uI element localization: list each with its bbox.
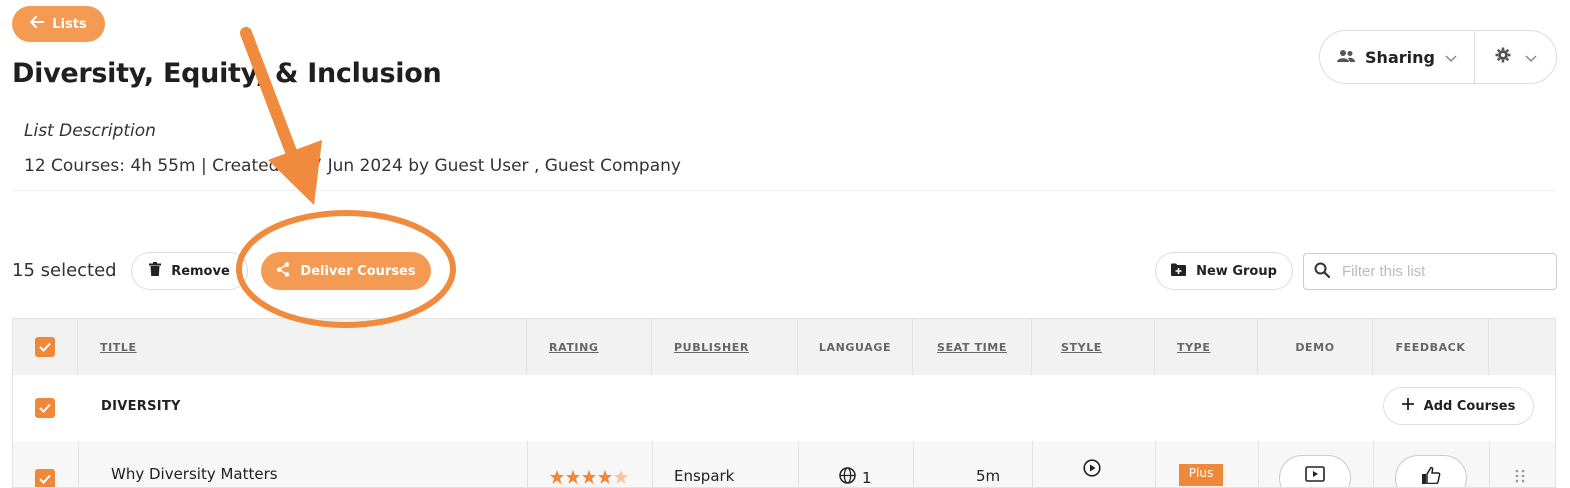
sharing-controls: Sharing — [1319, 30, 1557, 84]
column-header-title[interactable]: TITLE — [78, 319, 527, 375]
divider — [1373, 441, 1374, 487]
play-circle-icon — [1083, 459, 1101, 481]
divider — [78, 441, 79, 487]
row-checkbox[interactable] — [35, 469, 55, 487]
drag-handle-icon[interactable] — [1515, 469, 1525, 487]
course-seat-time: 5m — [976, 467, 1001, 485]
remove-button-label: Remove — [171, 263, 230, 279]
course-language: 1 — [839, 467, 872, 487]
course-title[interactable]: Why Diversity Matters — [111, 465, 278, 483]
add-courses-button[interactable]: Add Courses — [1383, 387, 1534, 425]
arrow-left-icon — [30, 16, 45, 32]
group-checkbox[interactable] — [35, 398, 55, 418]
column-header-type[interactable]: TYPE — [1155, 319, 1258, 375]
chevron-down-icon — [1524, 48, 1537, 67]
add-courses-label: Add Courses — [1423, 398, 1516, 414]
column-header-seat-time[interactable]: SEAT TIME — [913, 319, 1032, 375]
type-badge: Plus — [1179, 464, 1223, 486]
group-row: DIVERSITY Add Courses — [13, 375, 1555, 442]
select-all-checkbox[interactable] — [35, 337, 55, 357]
divider — [1489, 441, 1490, 487]
column-header-language: LANGUAGE — [798, 319, 913, 375]
sharing-label: Sharing — [1365, 47, 1435, 67]
thumbs-up-icon — [1421, 466, 1441, 487]
column-header-feedback: FEEDBACK — [1373, 319, 1489, 375]
video-player-icon — [1305, 466, 1325, 487]
chevron-down-icon — [1445, 48, 1457, 67]
trash-icon — [149, 262, 162, 280]
select-all-cell — [13, 319, 78, 375]
back-to-lists-button[interactable]: Lists — [12, 6, 105, 42]
divider — [1032, 441, 1033, 487]
column-header-style[interactable]: STYLE — [1032, 319, 1155, 375]
group-title: DIVERSITY — [101, 399, 181, 414]
globe-icon — [839, 467, 856, 487]
people-icon — [1337, 48, 1356, 67]
column-header-actions — [1489, 319, 1555, 375]
demo-button[interactable] — [1279, 455, 1351, 487]
sharing-dropdown[interactable]: Sharing — [1320, 31, 1475, 83]
divider — [913, 441, 914, 487]
deliver-courses-button[interactable]: Deliver Courses — [261, 252, 431, 290]
list-description-label[interactable]: List Description — [24, 121, 156, 141]
divider — [12, 190, 1556, 191]
column-header-demo: DEMO — [1258, 319, 1373, 375]
back-button-label: Lists — [52, 16, 87, 32]
search-icon — [1314, 262, 1331, 282]
page-title: Diversity, Equity, & Inclusion — [12, 58, 442, 89]
rating-stars — [549, 469, 629, 487]
column-header-rating[interactable]: RATING — [527, 319, 652, 375]
plus-icon — [1401, 398, 1414, 414]
divider — [1258, 441, 1259, 487]
gear-icon — [1495, 47, 1511, 67]
divider — [652, 441, 653, 487]
column-header-publisher[interactable]: PUBLISHER — [652, 319, 798, 375]
table-header: TITLE RATING PUBLISHER LANGUAGE SEAT TIM… — [13, 319, 1555, 376]
divider — [527, 441, 528, 487]
new-group-label: New Group — [1196, 263, 1277, 279]
remove-button[interactable]: Remove — [131, 252, 248, 290]
settings-dropdown[interactable] — [1475, 31, 1556, 83]
selected-count: 15 selected — [12, 260, 117, 281]
new-group-button[interactable]: New Group — [1155, 252, 1293, 290]
share-icon — [276, 261, 290, 281]
course-table: TITLE RATING PUBLISHER LANGUAGE SEAT TIM… — [12, 318, 1556, 488]
divider — [798, 441, 799, 487]
folder-plus-icon — [1171, 263, 1187, 280]
divider — [1155, 441, 1156, 487]
feedback-button[interactable] — [1395, 455, 1467, 487]
language-count: 1 — [862, 468, 872, 487]
list-meta: 12 Courses: 4h 55m | Created on 7 Jun 20… — [24, 156, 681, 176]
filter-input[interactable] — [1340, 262, 1544, 281]
deliver-courses-label: Deliver Courses — [300, 263, 416, 279]
course-publisher: Enspark — [674, 467, 735, 485]
filter-field[interactable] — [1303, 253, 1557, 290]
